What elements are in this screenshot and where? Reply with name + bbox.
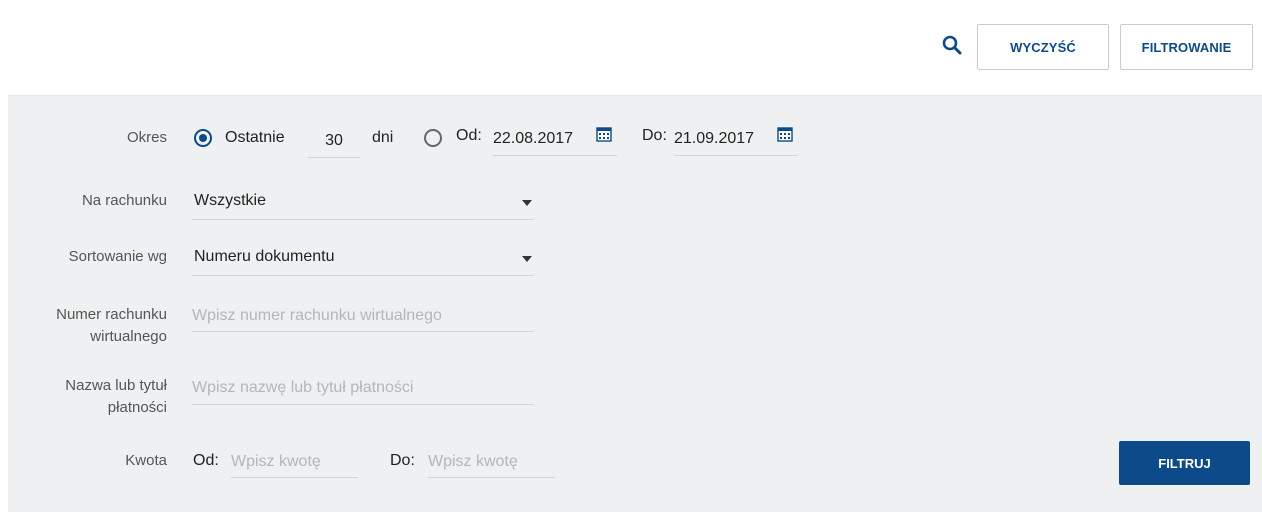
search-icon[interactable] — [941, 34, 963, 56]
amount-to-label: Do: — [390, 452, 415, 469]
period-label: Okres — [126, 129, 167, 146]
period-range-radio[interactable] — [424, 129, 442, 147]
virtual-account-label-line1: Numer rachunku — [56, 306, 167, 323]
sort-label: Sortowanie wg — [68, 248, 167, 265]
payment-title-label: Nazwa lub tytuł płatności — [65, 375, 167, 419]
calendar-icon[interactable] — [596, 126, 612, 142]
period-last-radio[interactable] — [194, 129, 212, 147]
virtual-account-label-line2: wirtualnego — [90, 328, 167, 345]
payment-title-input[interactable] — [192, 371, 534, 405]
payment-title-label-line1: Nazwa lub tytuł — [65, 377, 167, 394]
amount-label: Kwota — [125, 452, 167, 469]
payment-title-label-line2: płatności — [107, 399, 167, 416]
calendar-icon[interactable] — [777, 126, 793, 142]
sort-select[interactable]: Numeru dokumentu — [192, 244, 534, 276]
period-days-label: dni — [372, 129, 394, 146]
filter-submit-button[interactable]: FILTRUJ — [1119, 441, 1250, 485]
account-select[interactable]: Wszystkie — [192, 188, 534, 220]
filtering-toggle-button[interactable]: FILTROWANIE — [1120, 24, 1253, 70]
account-label: Na rachunku — [81, 192, 167, 209]
period-days-input[interactable] — [308, 124, 360, 158]
clear-button[interactable]: WYCZYŚĆ — [977, 24, 1109, 70]
period-to-label: Do: — [642, 127, 667, 144]
sort-select-value: Numeru dokumentu — [194, 248, 335, 265]
amount-from-input[interactable] — [231, 446, 358, 478]
period-last-label: Ostatnie — [225, 129, 285, 146]
virtual-account-label: Numer rachunku wirtualnego — [56, 304, 167, 348]
period-from-label: Od: — [456, 127, 482, 144]
amount-to-input[interactable] — [428, 446, 555, 478]
account-select-value: Wszystkie — [194, 192, 266, 209]
caret-down-icon — [522, 256, 532, 262]
amount-from-label: Od: — [193, 452, 219, 469]
virtual-account-input[interactable] — [192, 300, 534, 332]
caret-down-icon — [522, 200, 532, 206]
